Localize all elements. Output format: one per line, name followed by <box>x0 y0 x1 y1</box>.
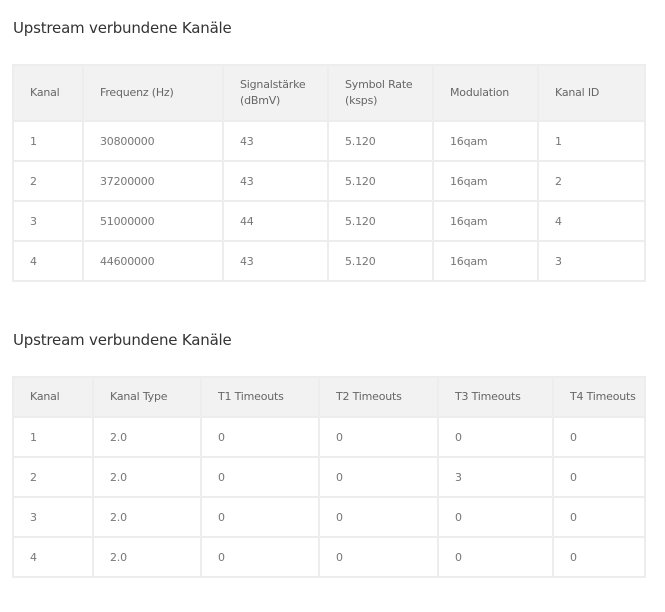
cell-t2-timeouts: 0 <box>318 496 439 538</box>
cell-signalstaerke: 43 <box>222 160 329 202</box>
cell-kanal: 4 <box>12 536 94 578</box>
header-t3-timeouts: T3 Timeouts <box>437 376 554 418</box>
header-label: Signalstärke <box>240 78 306 91</box>
header-label: Kanal ID <box>555 86 600 99</box>
cell-kanal: 2 <box>12 160 84 202</box>
header-t4-timeouts: T4 Timeouts <box>552 376 646 418</box>
cell-modulation: 16qam <box>432 120 539 162</box>
cell-t4-timeouts: 0 <box>552 456 646 498</box>
cell-kanal: 3 <box>12 496 94 538</box>
table-row: 3 2.0 0 0 0 0 <box>12 496 646 538</box>
table-row: 2 37200000 43 5.120 16qam 2 <box>12 160 646 202</box>
cell-kanal: 2 <box>12 456 94 498</box>
cell-symbol-rate: 5.120 <box>327 120 434 162</box>
cell-t1-timeouts: 0 <box>200 496 320 538</box>
upstream-timeouts-table: Kanal Kanal Type T1 Timeouts T2 Timeouts… <box>12 376 646 578</box>
cell-kanal-type: 2.0 <box>92 496 202 538</box>
cell-kanal-type: 2.0 <box>92 416 202 458</box>
header-unit: (dBmV) <box>240 94 281 107</box>
header-signalstaerke: Signalstärke (dBmV) <box>222 64 329 122</box>
cell-modulation: 16qam <box>432 240 539 282</box>
header-frequenz: Frequenz (Hz) <box>82 64 224 122</box>
cell-t1-timeouts: 0 <box>200 536 320 578</box>
header-label: Symbol Rate <box>345 78 413 91</box>
cell-modulation: 16qam <box>432 200 539 242</box>
cell-t3-timeouts: 3 <box>437 456 554 498</box>
cell-t4-timeouts: 0 <box>552 536 646 578</box>
cell-frequenz: 37200000 <box>82 160 224 202</box>
cell-modulation: 16qam <box>432 160 539 202</box>
table-row: 3 51000000 44 5.120 16qam 4 <box>12 200 646 242</box>
cell-t2-timeouts: 0 <box>318 416 439 458</box>
cell-kanal: 4 <box>12 240 84 282</box>
cell-kanal-id: 3 <box>537 240 646 282</box>
cell-frequenz: 44600000 <box>82 240 224 282</box>
header-symbol-rate: Symbol Rate (ksps) <box>327 64 434 122</box>
cell-kanal: 1 <box>12 416 94 458</box>
upstream-section-title: Upstream verbundene Kanäle <box>13 19 232 37</box>
cell-symbol-rate: 5.120 <box>327 160 434 202</box>
header-kanal-type: Kanal Type <box>92 376 202 418</box>
cell-kanal-id: 1 <box>537 120 646 162</box>
header-label: Kanal <box>30 86 60 99</box>
cell-symbol-rate: 5.120 <box>327 240 434 282</box>
cell-t3-timeouts: 0 <box>437 496 554 538</box>
header-kanal-id: Kanal ID <box>537 64 646 122</box>
table-row: 1 2.0 0 0 0 0 <box>12 416 646 458</box>
header-t2-timeouts: T2 Timeouts <box>318 376 439 418</box>
upstream-channels-table: Kanal Frequenz (Hz) Signalstärke (dBmV) S… <box>12 64 646 282</box>
cell-signalstaerke: 43 <box>222 240 329 282</box>
cell-t4-timeouts: 0 <box>552 416 646 458</box>
table-row: 4 44600000 43 5.120 16qam 3 <box>12 240 646 282</box>
cell-symbol-rate: 5.120 <box>327 200 434 242</box>
header-modulation: Modulation <box>432 64 539 122</box>
header-label: Modulation <box>450 86 510 99</box>
cell-t1-timeouts: 0 <box>200 456 320 498</box>
cell-frequenz: 30800000 <box>82 120 224 162</box>
table-header-row: Kanal Frequenz (Hz) Signalstärke (dBmV) S… <box>12 64 646 122</box>
timeouts-section-title: Upstream verbundene Kanäle <box>13 331 232 349</box>
cell-t2-timeouts: 0 <box>318 456 439 498</box>
cell-frequenz: 51000000 <box>82 200 224 242</box>
cell-signalstaerke: 43 <box>222 120 329 162</box>
cell-kanal-type: 2.0 <box>92 536 202 578</box>
table-row: 4 2.0 0 0 0 0 <box>12 536 646 578</box>
table-row: 2 2.0 0 0 3 0 <box>12 456 646 498</box>
cell-kanal: 3 <box>12 200 84 242</box>
header-kanal: Kanal <box>12 376 94 418</box>
table-row: 1 30800000 43 5.120 16qam 1 <box>12 120 646 162</box>
cell-t4-timeouts: 0 <box>552 496 646 538</box>
cell-t3-timeouts: 0 <box>437 416 554 458</box>
header-unit: (ksps) <box>345 94 378 107</box>
cell-kanal-type: 2.0 <box>92 456 202 498</box>
header-label: Frequenz (Hz) <box>100 86 174 99</box>
cell-t2-timeouts: 0 <box>318 536 439 578</box>
header-kanal: Kanal <box>12 64 84 122</box>
cell-t1-timeouts: 0 <box>200 416 320 458</box>
table-header-row: Kanal Kanal Type T1 Timeouts T2 Timeouts… <box>12 376 646 418</box>
cell-t3-timeouts: 0 <box>437 536 554 578</box>
cell-kanal-id: 4 <box>537 200 646 242</box>
cell-kanal: 1 <box>12 120 84 162</box>
cell-kanal-id: 2 <box>537 160 646 202</box>
cell-signalstaerke: 44 <box>222 200 329 242</box>
header-t1-timeouts: T1 Timeouts <box>200 376 320 418</box>
